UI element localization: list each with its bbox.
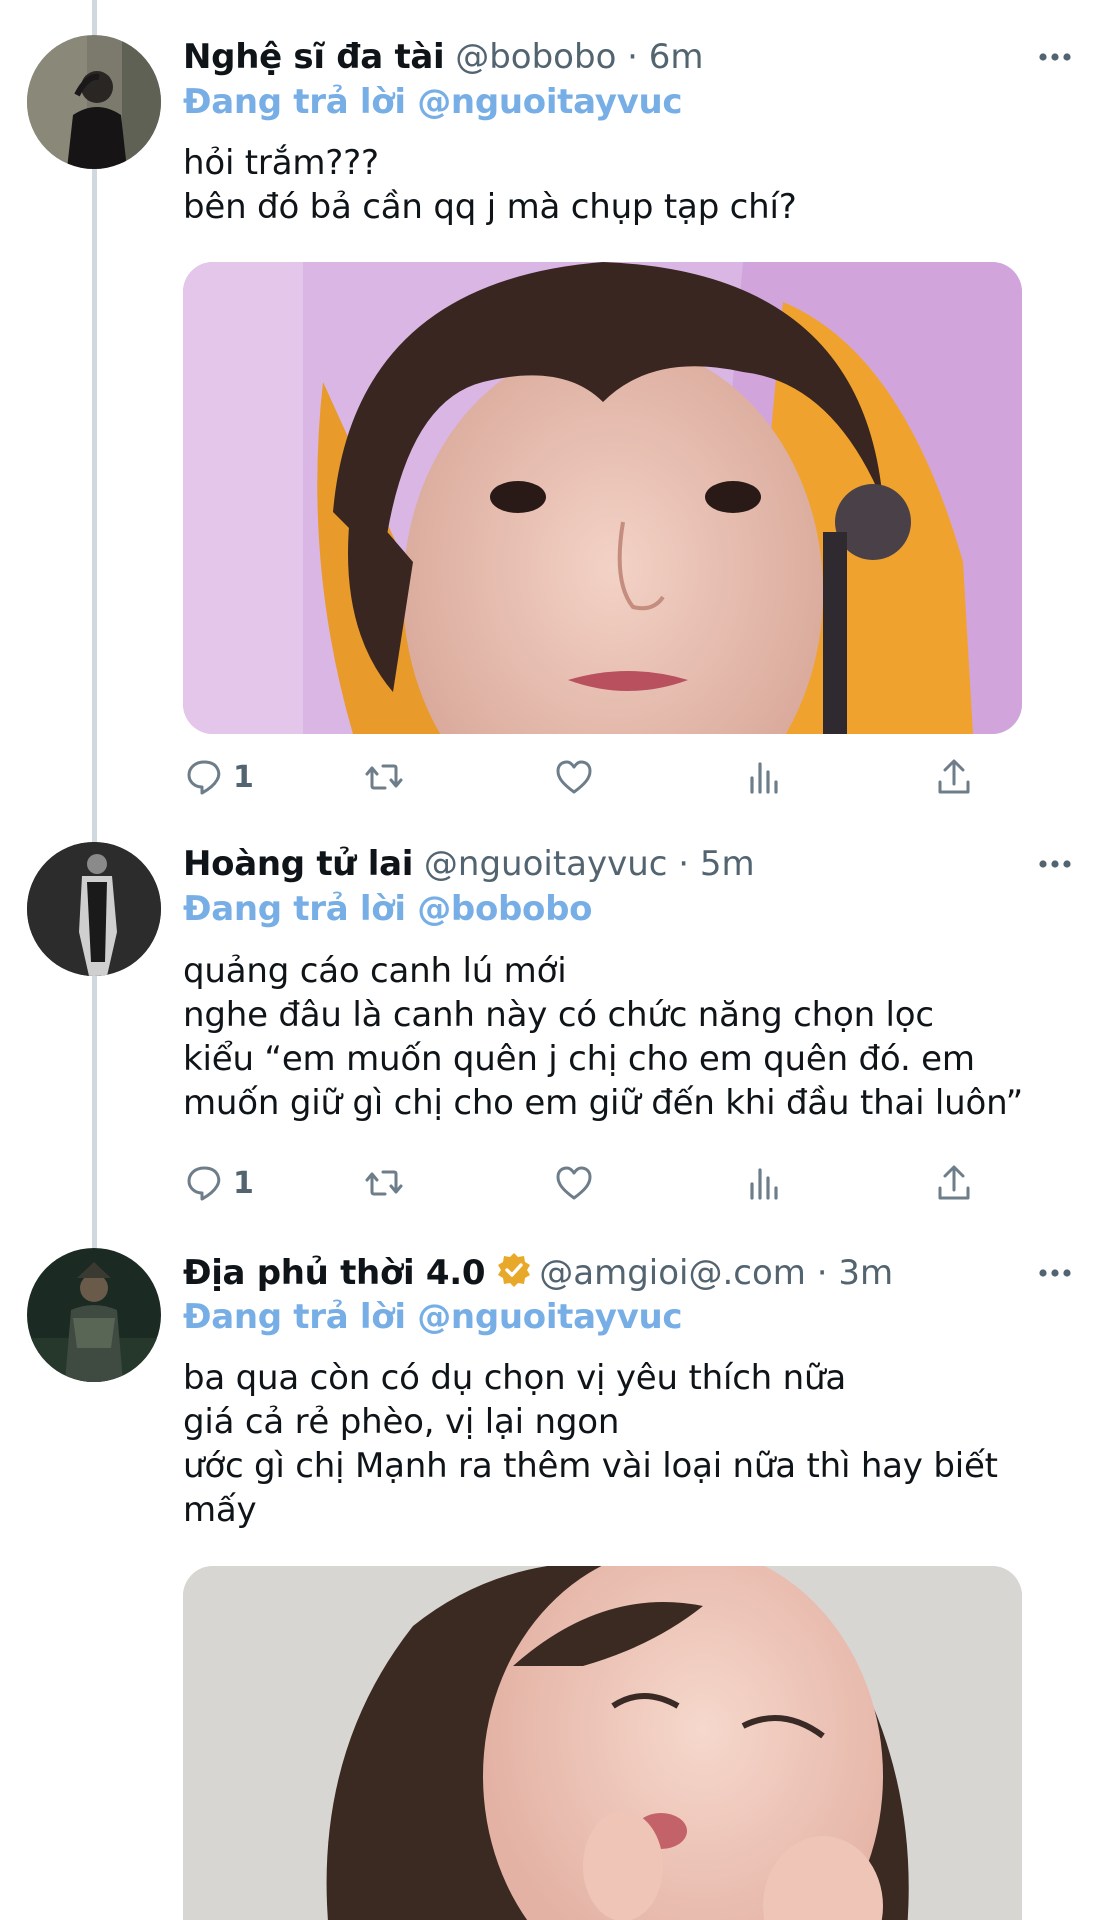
- replying-to: Đang trả lời @nguoitayvuc: [183, 1295, 683, 1339]
- tweet-header: Nghệ sĩ đa tài @bobobo · 6m: [183, 32, 1080, 82]
- tweet-actions: 1: [183, 752, 983, 802]
- display-name[interactable]: Địa phủ thời 4.0: [183, 1253, 486, 1293]
- replying-to-handle[interactable]: @nguoitayvuc: [417, 82, 682, 122]
- tweet-text: quảng cáo canh lú mới nghe đâu là canh n…: [183, 949, 1063, 1125]
- reply-count: 1: [233, 1165, 254, 1201]
- tweet-media-image[interactable]: [183, 1566, 1022, 1920]
- reply-button[interactable]: 1: [183, 752, 254, 802]
- tweet-line: kiểu “em muốn quên j chị cho em quên đó.…: [183, 1039, 975, 1079]
- reply-button[interactable]: 1: [183, 1158, 254, 1208]
- replying-to-handle[interactable]: @bobobo: [417, 889, 592, 929]
- reply-icon: [187, 1166, 221, 1201]
- avatar-nghe-si-da-tai[interactable]: [27, 35, 161, 169]
- handle-time[interactable]: @nguoitayvuc · 5m: [424, 844, 755, 884]
- tweet-line: hỏi trắm???: [183, 143, 379, 183]
- like-button[interactable]: [553, 1158, 595, 1208]
- tweet-line: ước gì chị Mạnh ra thêm vài loại nữa thì…: [183, 1446, 998, 1486]
- tweet-media-image[interactable]: [183, 262, 1022, 734]
- handle-time[interactable]: @bobobo · 6m: [455, 37, 703, 77]
- share-icon: [938, 1165, 970, 1200]
- replying-to: Đang trả lời @bobobo: [183, 887, 593, 931]
- tweet-line: giá cả rẻ phèo, vị lại ngon: [183, 1402, 620, 1442]
- tweet-line: ba qua còn có dụ chọn vị yêu thích nữa: [183, 1358, 846, 1398]
- more-icon[interactable]: [1030, 32, 1080, 82]
- retweet-icon: [365, 764, 403, 790]
- tweet-actions: 1: [183, 1158, 983, 1208]
- replying-prefix: Đang trả lời: [183, 82, 418, 122]
- views-button[interactable]: [743, 1158, 785, 1208]
- tweet-line: bên đó bả cần qq j mà chụp tạp chí?: [183, 187, 797, 227]
- tweet-header: Địa phủ thời 4.0 @amgioi@.com · 3m: [183, 1248, 1080, 1298]
- like-icon: [556, 760, 592, 794]
- views-icon: [750, 1168, 778, 1200]
- more-icon[interactable]: [1030, 1248, 1080, 1298]
- views-button[interactable]: [743, 752, 785, 802]
- tweet-text: hỏi trắm??? bên đó bả cần qq j mà chụp t…: [183, 141, 1063, 229]
- replying-to-handle[interactable]: @nguoitayvuc: [417, 1297, 682, 1337]
- display-name[interactable]: Nghệ sĩ đa tài: [183, 37, 445, 77]
- tweet-line: muốn giữ gì chị cho em giữ đến khi đầu t…: [183, 1083, 1024, 1123]
- handle-time[interactable]: @amgioi@.com · 3m: [539, 1253, 893, 1293]
- verified-icon: [498, 1253, 531, 1287]
- replying-prefix: Đang trả lời: [183, 1297, 418, 1337]
- like-icon: [556, 1166, 592, 1200]
- tweet-line: nghe đâu là canh này có chức năng chọn l…: [183, 995, 934, 1035]
- display-name[interactable]: Hoàng tử lai: [183, 844, 413, 884]
- tweet-line: mấy: [183, 1490, 257, 1530]
- views-icon: [750, 762, 778, 794]
- more-icon[interactable]: [1030, 839, 1080, 889]
- reply-icon: [187, 760, 221, 795]
- avatar-hoang-tu-lai[interactable]: [27, 842, 161, 976]
- thread-line: [92, 0, 97, 1258]
- tweet-text: ba qua còn có dụ chọn vị yêu thích nữa g…: [183, 1356, 1063, 1532]
- share-icon: [938, 759, 970, 794]
- replying-prefix: Đang trả lời: [183, 889, 418, 929]
- retweet-icon: [365, 1170, 403, 1196]
- share-button[interactable]: [933, 1158, 975, 1208]
- share-button[interactable]: [933, 752, 975, 802]
- retweet-button[interactable]: [363, 752, 405, 802]
- tweet-header: Hoàng tử lai @nguoitayvuc · 5m: [183, 839, 1080, 889]
- retweet-button[interactable]: [363, 1158, 405, 1208]
- reply-count: 1: [233, 759, 254, 795]
- replying-to: Đang trả lời @nguoitayvuc: [183, 80, 683, 124]
- tweet-line: quảng cáo canh lú mới: [183, 951, 567, 991]
- avatar-dia-phu-thoi-4-0[interactable]: [27, 1248, 161, 1382]
- like-button[interactable]: [553, 752, 595, 802]
